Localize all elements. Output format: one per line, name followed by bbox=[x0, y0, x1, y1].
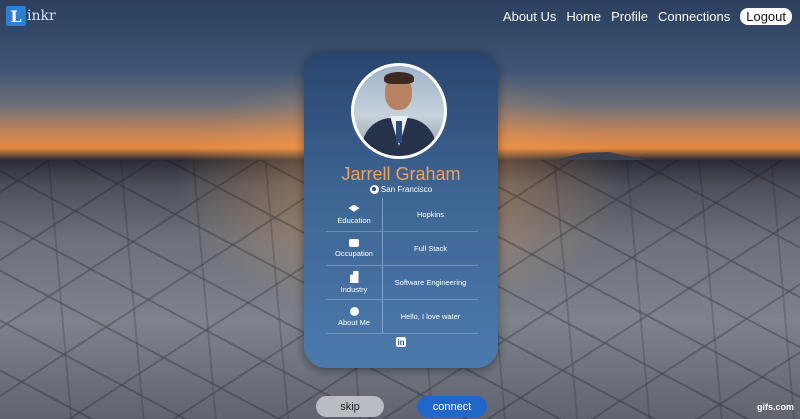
detail-value: Hello, I love water bbox=[400, 312, 461, 321]
graduation-cap-icon bbox=[348, 204, 360, 212]
nav-home[interactable]: Home bbox=[566, 9, 601, 24]
logout-button[interactable]: Logout bbox=[740, 8, 792, 25]
detail-value: Hopkins bbox=[416, 210, 445, 219]
info-icon bbox=[349, 306, 359, 316]
briefcase-icon bbox=[349, 239, 359, 247]
detail-label: Education bbox=[337, 215, 371, 225]
top-nav: About Us Home Profile Connections Logout bbox=[503, 8, 792, 25]
nav-profile[interactable]: Profile bbox=[611, 9, 648, 24]
logo-mark: L bbox=[6, 6, 26, 26]
linkedin-icon[interactable]: in bbox=[396, 337, 406, 347]
nav-connections[interactable]: Connections bbox=[658, 9, 730, 24]
avatar-photo bbox=[354, 66, 444, 156]
profile-location: San Francisco bbox=[304, 185, 498, 194]
nav-about-us[interactable]: About Us bbox=[503, 9, 556, 24]
detail-row-about-me: About Me Hello, I love water bbox=[326, 300, 478, 334]
connect-button[interactable]: connect bbox=[417, 396, 487, 417]
watermark: gifs.com bbox=[756, 402, 794, 412]
profile-card: Jarrell Graham San Francisco Education H… bbox=[304, 52, 498, 368]
location-text: San Francisco bbox=[380, 185, 433, 194]
profile-name: Jarrell Graham bbox=[341, 164, 461, 184]
logo[interactable]: L inkr bbox=[6, 6, 56, 26]
detail-label: Industry bbox=[340, 285, 368, 294]
profile-details: Education Hopkins Occupation Full Stack … bbox=[326, 198, 478, 334]
detail-row-education: Education Hopkins bbox=[326, 198, 478, 232]
detail-row-industry: Industry Software Engineering bbox=[326, 266, 478, 300]
logo-text: inkr bbox=[27, 8, 56, 24]
skip-button[interactable]: skip bbox=[316, 396, 384, 417]
detail-label: About Me bbox=[337, 317, 371, 327]
globe-icon bbox=[369, 185, 379, 194]
building-icon bbox=[349, 271, 359, 283]
detail-value: Full Stack bbox=[414, 244, 447, 253]
detail-value: Software Engineering bbox=[394, 278, 467, 287]
detail-label: Occupation bbox=[335, 249, 373, 258]
background-mountain bbox=[555, 152, 645, 160]
detail-row-occupation: Occupation Full Stack bbox=[326, 232, 478, 266]
avatar bbox=[351, 63, 447, 159]
